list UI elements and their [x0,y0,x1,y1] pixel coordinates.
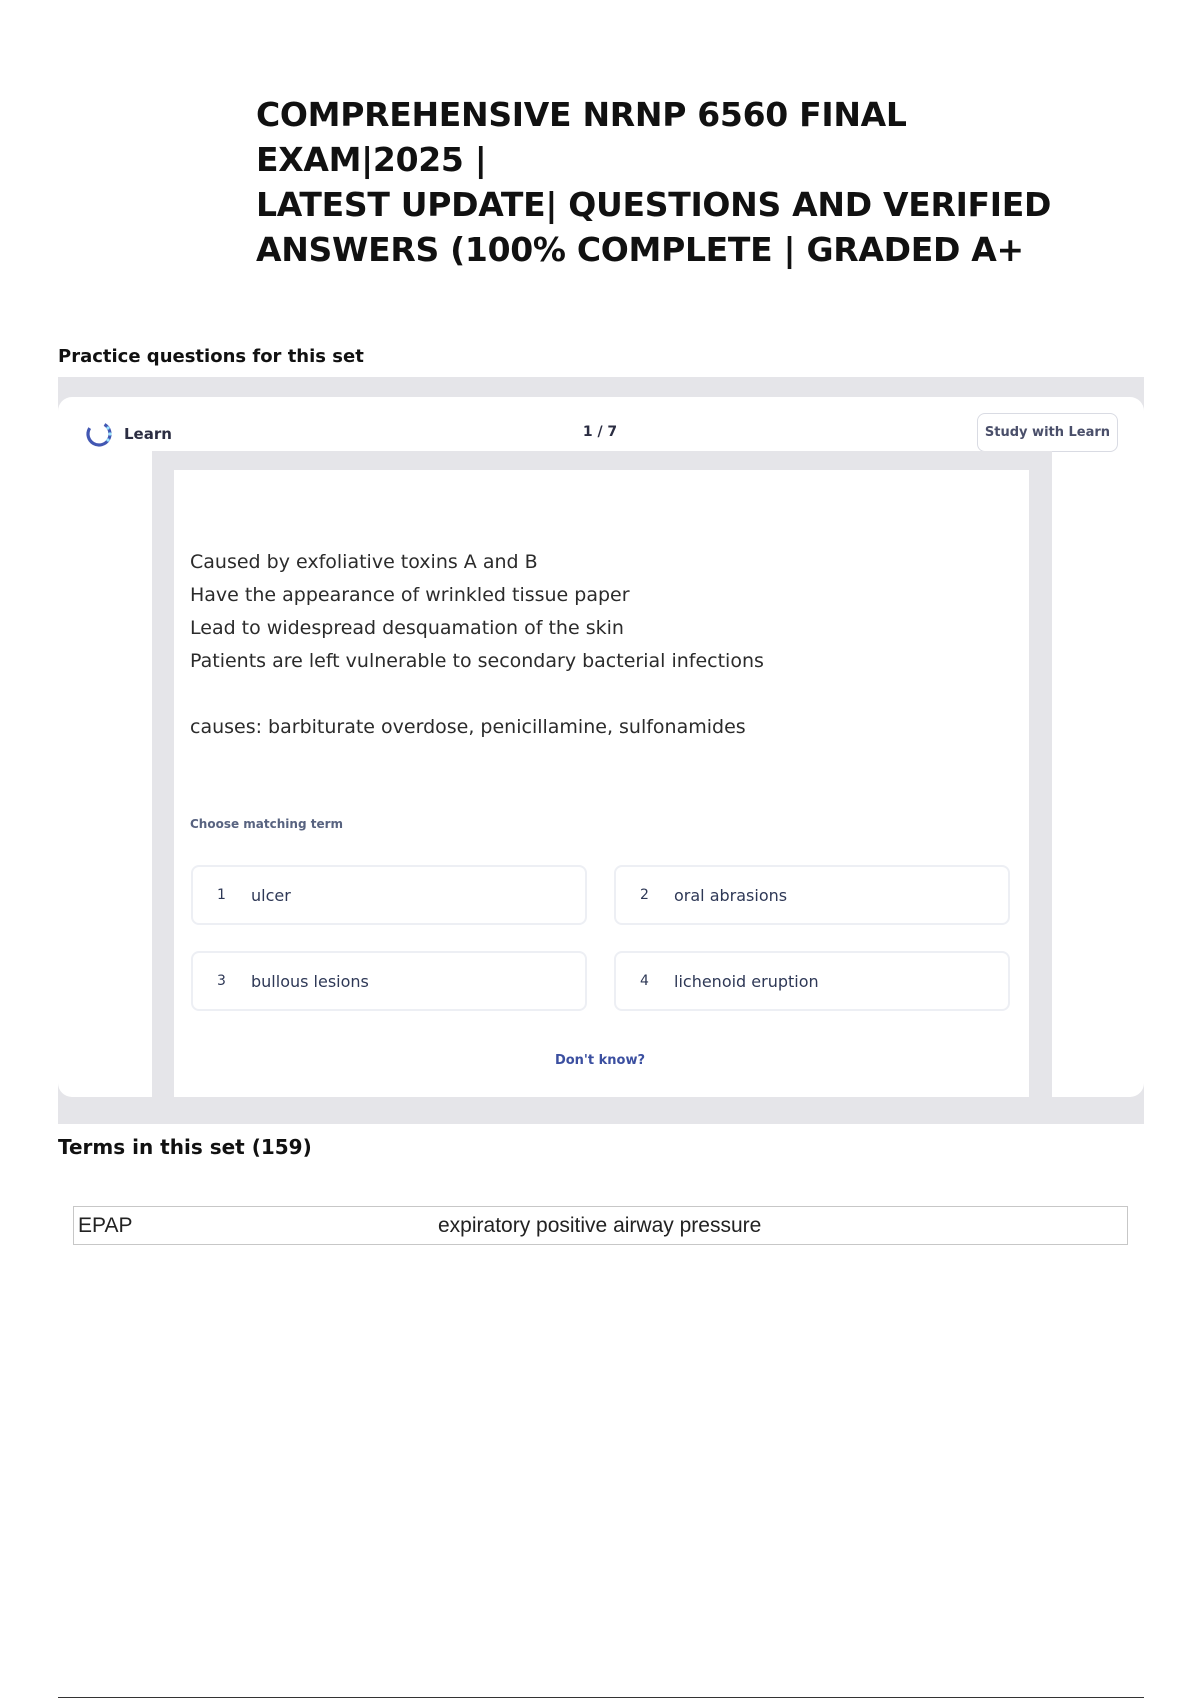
prompt-line: Caused by exfoliative toxins A and B [190,551,538,573]
question-progress: 1 / 7 [582,424,618,440]
option-text: ulcer [251,885,291,905]
option-number: 4 [640,973,649,989]
choose-matching-term-label: Choose matching term [190,817,344,831]
practice-heading: Practice questions for this set [58,346,364,367]
answer-option-2[interactable]: 2 oral abrasions [614,865,1010,925]
prompt-line: Patients are left vulnerable to secondar… [190,650,764,672]
document-title: COMPREHENSIVE NRNP 6560 FINAL EXAM|2025 … [256,92,1116,272]
option-number: 2 [640,887,649,903]
title-line-1: COMPREHENSIVE NRNP 6560 FINAL EXAM|2025 … [256,95,907,179]
term-row: EPAP expiratory positive airway pressure [73,1206,1128,1245]
term-word: EPAP [78,1213,133,1237]
footer-divider [58,1697,1144,1698]
learn-header: Learn [84,418,172,450]
terms-heading: Terms in this set (159) [58,1135,312,1159]
prompt-line: Have the appearance of wrinkled tissue p… [190,584,630,606]
question-prompt: Caused by exfoliative toxins A and B Hav… [190,546,990,744]
learn-label: Learn [124,425,172,443]
option-number: 3 [217,973,226,989]
answer-option-1[interactable]: 1 ulcer [191,865,587,925]
title-line-2: LATEST UPDATE| QUESTIONS AND VERIFIED [256,185,1052,224]
option-text: lichenoid eruption [674,971,819,991]
dont-know-link[interactable]: Don't know? [540,1053,660,1068]
answer-option-4[interactable]: 4 lichenoid eruption [614,951,1010,1011]
option-text: oral abrasions [674,885,788,905]
learn-progress-icon [86,421,112,447]
term-definition: expiratory positive airway pressure [438,1213,762,1237]
option-number: 1 [217,887,226,903]
prompt-causes: causes: barbiturate overdose, penicillam… [190,716,746,738]
option-text: bullous lesions [251,971,369,991]
title-line-3: ANSWERS (100% COMPLETE | GRADED A+ [256,230,1024,269]
study-with-learn-button[interactable]: Study with Learn [977,413,1118,452]
prompt-line: Lead to widespread desquamation of the s… [190,617,624,639]
answer-option-3[interactable]: 3 bullous lesions [191,951,587,1011]
